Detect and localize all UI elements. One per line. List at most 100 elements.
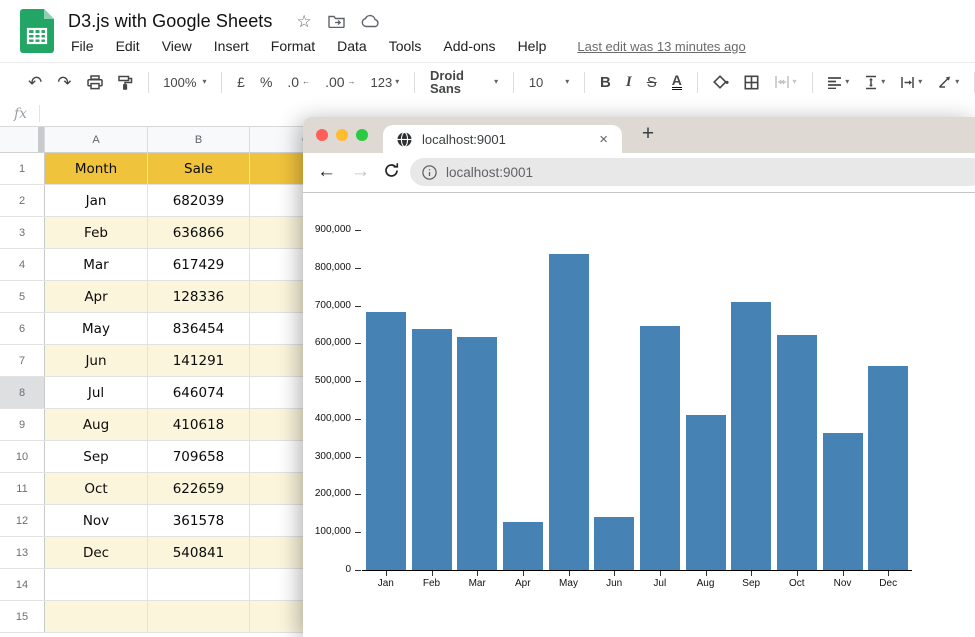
document-title[interactable]: D3.js with Google Sheets — [68, 11, 273, 32]
menu-file[interactable]: File — [60, 36, 105, 56]
cell-B7[interactable]: 141291 — [148, 345, 250, 376]
cell-B4[interactable]: 617429 — [148, 249, 250, 280]
info-icon[interactable] — [422, 165, 437, 180]
format-percent-button[interactable]: % — [260, 75, 272, 89]
cell-A6[interactable]: May — [45, 313, 148, 344]
decrease-decimal-button[interactable]: .0← — [287, 75, 310, 89]
google-sheets-logo-icon[interactable] — [20, 9, 54, 53]
menu-insert[interactable]: Insert — [203, 36, 260, 56]
cell-B10[interactable]: 709658 — [148, 441, 250, 472]
text-color-button[interactable]: A — [672, 74, 682, 90]
x-tick-mark — [523, 571, 524, 576]
row-number-1[interactable]: 1 — [0, 153, 45, 184]
increase-decimal-button[interactable]: .00→ — [325, 75, 355, 89]
number-format-button[interactable]: 123▾ — [371, 76, 400, 89]
cell-A10[interactable]: Sep — [45, 441, 148, 472]
row-number-14[interactable]: 14 — [0, 569, 45, 600]
cell-B14[interactable] — [148, 569, 250, 600]
cell-A8[interactable]: Jul — [45, 377, 148, 408]
menu-format[interactable]: Format — [260, 36, 326, 56]
paint-format-button[interactable] — [118, 75, 133, 90]
new-tab-button[interactable]: + — [635, 121, 661, 147]
cell-A15[interactable] — [45, 601, 148, 632]
cell-B9[interactable]: 410618 — [148, 409, 250, 440]
zoom-select[interactable]: 100%▾ — [163, 76, 206, 89]
x-tick-label: Jun — [592, 578, 636, 589]
row-number-12[interactable]: 12 — [0, 505, 45, 536]
cell-B2[interactable]: 682039 — [148, 185, 250, 216]
format-currency-button[interactable]: £ — [237, 75, 245, 89]
text-rotation-button[interactable]: ▾ — [937, 75, 959, 89]
italic-button[interactable]: I — [626, 75, 632, 90]
address-bar[interactable]: localhost:9001 — [410, 158, 975, 186]
cell-A14[interactable] — [45, 569, 148, 600]
close-window-button[interactable] — [316, 129, 328, 141]
row-number-3[interactable]: 3 — [0, 217, 45, 248]
print-button[interactable] — [87, 75, 103, 90]
reload-button[interactable] — [383, 162, 400, 179]
star-icon[interactable]: ☆ — [297, 13, 312, 30]
cell-A9[interactable]: Aug — [45, 409, 148, 440]
select-all-corner[interactable] — [0, 127, 45, 152]
cell-B6[interactable]: 836454 — [148, 313, 250, 344]
cell-B11[interactable]: 622659 — [148, 473, 250, 504]
bold-button[interactable]: B — [600, 75, 611, 90]
cell-A1[interactable]: Month — [45, 153, 148, 184]
menu-addons[interactable]: Add-ons — [432, 36, 506, 56]
cell-A5[interactable]: Apr — [45, 281, 148, 312]
text-wrap-button[interactable]: ▾ — [900, 76, 922, 89]
row-number-7[interactable]: 7 — [0, 345, 45, 376]
menu-tools[interactable]: Tools — [378, 36, 433, 56]
tab-title: localhost:9001 — [422, 132, 599, 147]
cell-B1[interactable]: Sale — [148, 153, 250, 184]
cell-A3[interactable]: Feb — [45, 217, 148, 248]
merge-cells-button[interactable]: ▾ — [774, 75, 797, 89]
row-number-9[interactable]: 9 — [0, 409, 45, 440]
menu-help[interactable]: Help — [507, 36, 558, 56]
browser-tab[interactable]: localhost:9001 × — [383, 125, 622, 153]
font-size-select[interactable]: 10▾ — [529, 76, 569, 89]
cell-B13[interactable]: 540841 — [148, 537, 250, 568]
horizontal-align-button[interactable]: ▾ — [827, 76, 849, 89]
strikethrough-button[interactable]: S — [647, 75, 657, 90]
cell-A7[interactable]: Jun — [45, 345, 148, 376]
cloud-saved-icon[interactable] — [361, 14, 380, 28]
cell-B15[interactable] — [148, 601, 250, 632]
vertical-align-button[interactable]: ▾ — [864, 75, 885, 90]
last-edit-status[interactable]: Last edit was 13 minutes ago — [577, 39, 745, 54]
row-number-2[interactable]: 2 — [0, 185, 45, 216]
cell-A12[interactable]: Nov — [45, 505, 148, 536]
redo-button[interactable]: ↷ — [57, 74, 71, 91]
row-number-4[interactable]: 4 — [0, 249, 45, 280]
row-number-10[interactable]: 10 — [0, 441, 45, 472]
cell-A2[interactable]: Jan — [45, 185, 148, 216]
borders-button[interactable] — [744, 75, 759, 90]
row-number-15[interactable]: 15 — [0, 601, 45, 632]
row-number-11[interactable]: 11 — [0, 473, 45, 504]
row-number-5[interactable]: 5 — [0, 281, 45, 312]
maximize-window-button[interactable] — [356, 129, 368, 141]
column-header-b[interactable]: B — [148, 127, 250, 152]
fill-color-button[interactable] — [713, 75, 729, 90]
row-number-8[interactable]: 8 — [0, 377, 45, 408]
cell-A4[interactable]: Mar — [45, 249, 148, 280]
column-header-a[interactable]: A — [45, 127, 148, 152]
cell-B5[interactable]: 128336 — [148, 281, 250, 312]
tab-close-icon[interactable]: × — [599, 131, 608, 148]
cell-A11[interactable]: Oct — [45, 473, 148, 504]
cell-B12[interactable]: 361578 — [148, 505, 250, 536]
menu-view[interactable]: View — [151, 36, 203, 56]
cell-B8[interactable]: 646074 — [148, 377, 250, 408]
forward-button[interactable]: → — [351, 161, 370, 183]
menu-data[interactable]: Data — [326, 36, 378, 56]
move-folder-icon[interactable] — [328, 14, 345, 28]
row-number-13[interactable]: 13 — [0, 537, 45, 568]
undo-button[interactable]: ↶ — [28, 74, 42, 91]
cell-A13[interactable]: Dec — [45, 537, 148, 568]
cell-B3[interactable]: 636866 — [148, 217, 250, 248]
row-number-6[interactable]: 6 — [0, 313, 45, 344]
minimize-window-button[interactable] — [336, 129, 348, 141]
font-select[interactable]: Droid Sans▾ — [430, 69, 498, 95]
back-button[interactable]: ← — [317, 161, 336, 183]
menu-edit[interactable]: Edit — [105, 36, 151, 56]
